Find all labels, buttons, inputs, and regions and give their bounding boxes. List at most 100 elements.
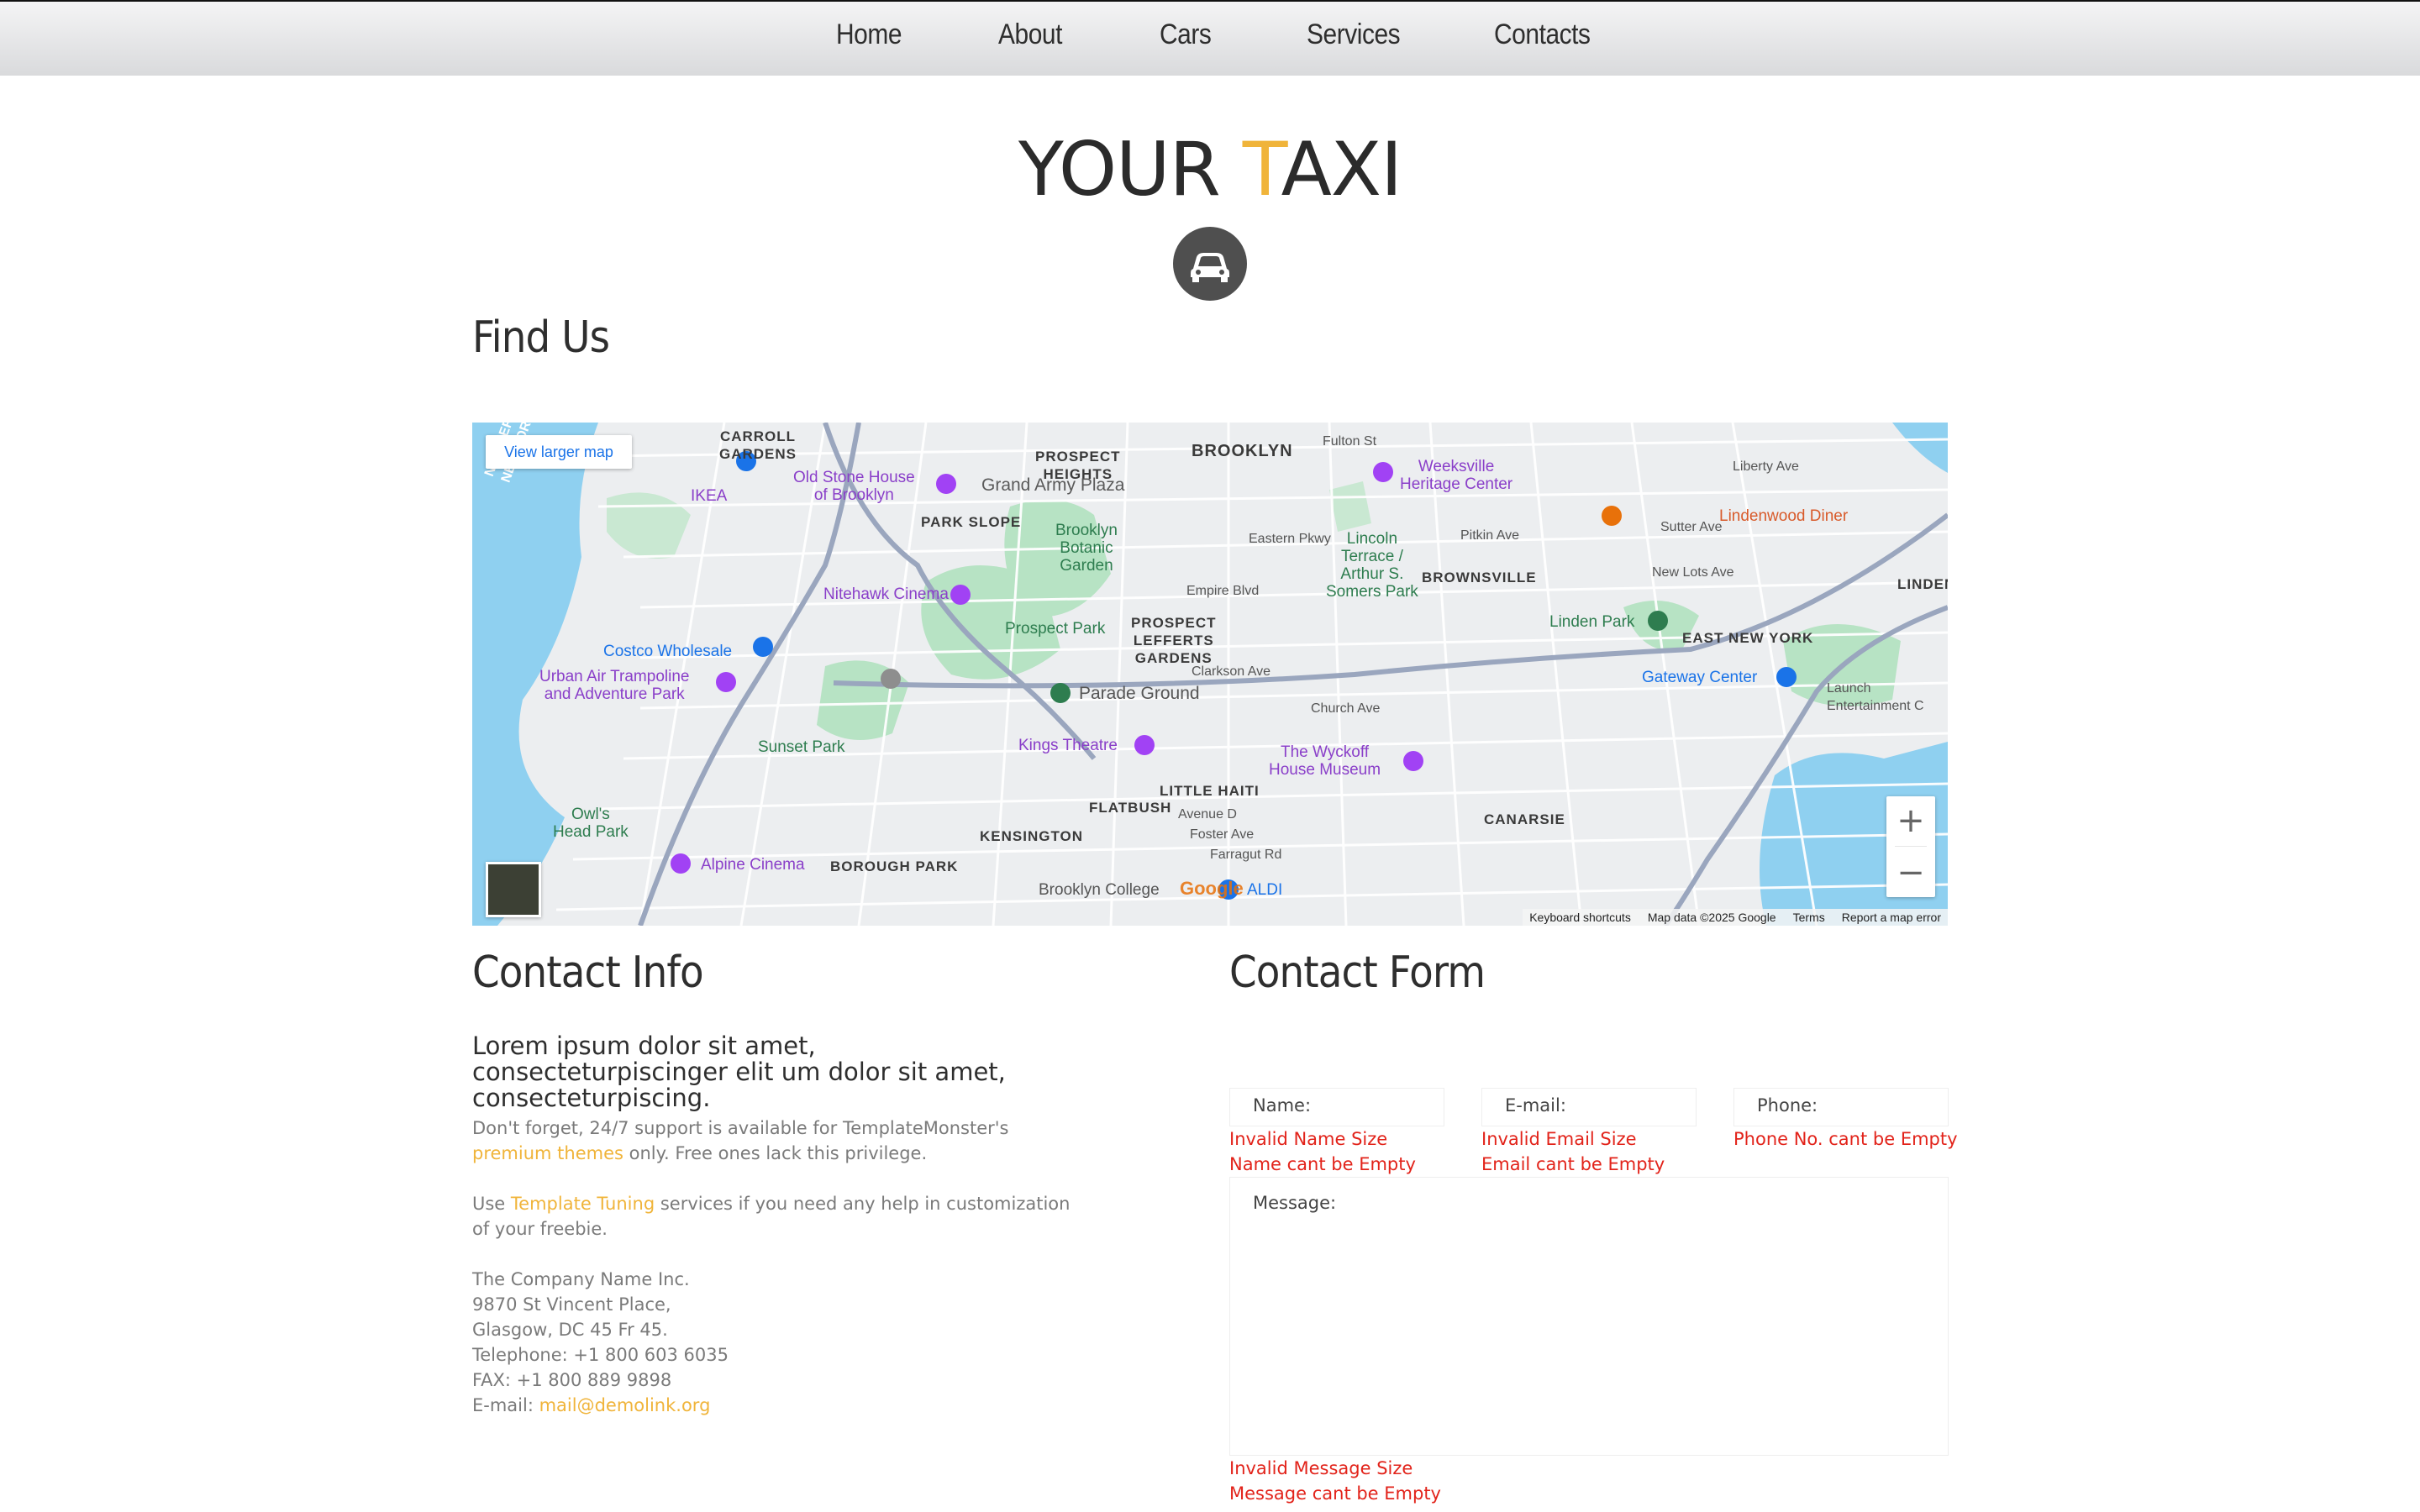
view-larger-map-button[interactable]: View larger map: [486, 435, 632, 469]
map-label-prospect-park: Prospect Park: [1005, 620, 1106, 638]
map-attribution-bar: Keyboard shortcuts Map data ©2025 Google…: [1523, 909, 1948, 926]
map-label-gateway-center: Gateway Center: [1642, 669, 1758, 686]
contact-info-lead: Lorem ipsum dolor sit amet, consecteturp…: [472, 1032, 1006, 1112]
address-street: 9870 St Vincent Place,: [472, 1294, 671, 1315]
map-label-lincoln-terrace: Lincoln Terrace / Arthur S. Somers Park: [1326, 530, 1418, 601]
contact-form-title: Contact Form: [1229, 948, 1486, 998]
map-label-new-lots-ave: New Lots Ave: [1652, 565, 1734, 580]
name-empty-error: Name cant be Empty: [1229, 1154, 1416, 1174]
tuning-text-before: Use: [472, 1194, 511, 1214]
map-label-avenue-d: Avenue D: [1178, 807, 1237, 822]
name-size-error: Invalid Name Size: [1229, 1129, 1388, 1149]
contact-info-title: Contact Info: [472, 948, 704, 998]
map-label-borough-park: BOROUGH PARK: [830, 858, 959, 874]
map-label-brownsville: BROWNSVILLE: [1422, 570, 1537, 585]
nav-about[interactable]: About: [998, 18, 1062, 51]
map-label-pitkin-ave: Pitkin Ave: [1460, 528, 1519, 543]
terms-link[interactable]: Terms: [1793, 911, 1825, 924]
report-map-error-link[interactable]: Report a map error: [1842, 911, 1941, 924]
email-link[interactable]: mail@demolink.org: [539, 1395, 711, 1415]
map-label-fulton: Fulton St: [1323, 434, 1377, 449]
message-empty-error: Message cant be Empty: [1229, 1483, 1441, 1504]
map-label-grand-army-plaza: Grand Army Plaza: [981, 475, 1125, 495]
keyboard-shortcuts-link[interactable]: Keyboard shortcuts: [1529, 911, 1631, 924]
map-label-botanic-garden: Brooklyn Botanic Garden: [1055, 522, 1118, 575]
message-size-error: Invalid Message Size: [1229, 1458, 1413, 1478]
logo-text-part1: YOUR: [1018, 126, 1243, 213]
car-icon: [1173, 227, 1247, 301]
map-label-launch: Launch Entertainment C: [1827, 681, 1924, 713]
map-label-costco: Costco Wholesale: [603, 643, 733, 660]
map-label-canarsie: CANARSIE: [1484, 811, 1565, 827]
map-label-carroll: CARROLL GARDENS: [719, 428, 797, 462]
email-field[interactable]: E-mail:: [1481, 1088, 1697, 1126]
map-label-lindenwood-diner: Lindenwood Diner: [1719, 507, 1849, 525]
top-navigation: Home About Cars Services Contacts: [0, 0, 2420, 76]
logo-text-part2: AXI: [1281, 126, 1402, 213]
map-label-ikea: IKEA: [691, 487, 728, 505]
logo-accent-letter: T: [1242, 126, 1282, 213]
map-data-attribution: Map data ©2025 Google: [1647, 911, 1776, 924]
phone-field[interactable]: Phone:: [1733, 1088, 1949, 1126]
map-label-old-stone-house: Old Stone House of Brooklyn: [793, 469, 915, 504]
map-label-linden-park: Linden Park: [1549, 613, 1635, 631]
map-label-empire-blvd: Empire Blvd: [1186, 584, 1260, 598]
address-city: Glasgow, DC 45 Fr 45.: [472, 1320, 668, 1340]
map-label-kings-theatre: Kings Theatre: [1018, 737, 1118, 754]
map-label-sutter-ave: Sutter Ave: [1660, 520, 1723, 534]
company-name: The Company Name Inc.: [472, 1269, 690, 1289]
site-logo[interactable]: YOUR TAXI: [0, 126, 2420, 213]
embedded-map[interactable]: CARROLL GARDENS PROSPECT HEIGHTS BROOKLY…: [472, 423, 1948, 926]
map-label-liberty-ave: Liberty Ave: [1733, 459, 1799, 474]
nav-home[interactable]: Home: [836, 18, 902, 51]
nav-cars[interactable]: Cars: [1160, 18, 1212, 51]
map-label-nitehawk-cinema: Nitehawk Cinema: [823, 585, 949, 603]
map-label-urban-air: Urban Air Trampoline and Adventure Park: [539, 668, 690, 703]
email-label: E-mail:: [472, 1395, 539, 1415]
map-label-eastern-pkwy: Eastern Pkwy: [1249, 532, 1331, 546]
map-satellite-toggle[interactable]: [486, 862, 541, 917]
support-text-after: only. Free ones lack this privilege.: [623, 1143, 928, 1163]
map-label-church-ave: Church Ave: [1311, 701, 1381, 716]
email-empty-error: Email cant be Empty: [1481, 1154, 1665, 1174]
find-us-title: Find Us: [472, 312, 610, 363]
map-label-foster-ave: Foster Ave: [1190, 827, 1255, 842]
map-label-sunset-park: Sunset Park: [758, 738, 845, 756]
premium-themes-link[interactable]: premium themes: [472, 1143, 623, 1163]
map-label-brooklyn: BROOKLYN: [1192, 442, 1293, 460]
map-label-owls-head: Owl's Head Park: [553, 806, 629, 841]
map-label-brooklyn-college: Brooklyn College: [1039, 881, 1160, 899]
map-label-little-haiti: LITTLE HAITI: [1160, 783, 1260, 799]
company-address: The Company Name Inc. 9870 St Vincent Pl…: [472, 1267, 1077, 1418]
support-paragraph: Don't forget, 24/7 support is available …: [472, 1116, 1077, 1166]
name-field[interactable]: Name:: [1229, 1088, 1444, 1126]
phone-empty-error: Phone No. cant be Empty: [1733, 1129, 1958, 1149]
tuning-paragraph: Use Template Tuning services if you need…: [472, 1191, 1077, 1242]
zoom-out-button[interactable]: −: [1886, 848, 1935, 897]
zoom-in-button[interactable]: +: [1886, 796, 1935, 845]
map-label-east-new-york: EAST NEW YORK: [1682, 630, 1814, 646]
map-label-park-slope: PARK SLOPE: [921, 514, 1022, 530]
template-tuning-link[interactable]: Template Tuning: [511, 1194, 655, 1214]
map-label-aldi: ALDI: [1247, 881, 1283, 899]
nav-contacts[interactable]: Contacts: [1494, 18, 1591, 51]
map-label-lindenwood-area: LINDENW: [1897, 576, 1948, 592]
fax: FAX: +1 800 889 9898: [472, 1370, 672, 1390]
support-text-before: Don't forget, 24/7 support is available …: [472, 1118, 1009, 1138]
telephone: Telephone: +1 800 603 6035: [472, 1345, 729, 1365]
map-label-weeksville: Weeksville Heritage Center: [1400, 458, 1513, 493]
map-label-kensington: KENSINGTON: [980, 828, 1084, 844]
map-label-farragut-rd: Farragut Rd: [1210, 848, 1282, 862]
email-line: E-mail: mail@demolink.org: [472, 1393, 1077, 1418]
map-label-wyckoff-house: The Wyckoff House Museum: [1269, 743, 1381, 779]
map-label-parade-ground: Parade Ground: [1079, 684, 1200, 703]
map-label-clarkson-ave: Clarkson Ave: [1192, 664, 1270, 679]
map-label-flatbush: FLATBUSH: [1089, 800, 1172, 816]
map-label-lefferts-gardens: PROSPECT LEFFERTS GARDENS: [1131, 615, 1217, 666]
map-zoom-controls: + −: [1886, 796, 1935, 897]
message-textarea[interactable]: Message:: [1229, 1177, 1949, 1456]
google-logo: Google: [1180, 878, 1244, 899]
nav-services[interactable]: Services: [1307, 18, 1401, 51]
zoom-divider: [1895, 846, 1927, 847]
email-size-error: Invalid Email Size: [1481, 1129, 1637, 1149]
